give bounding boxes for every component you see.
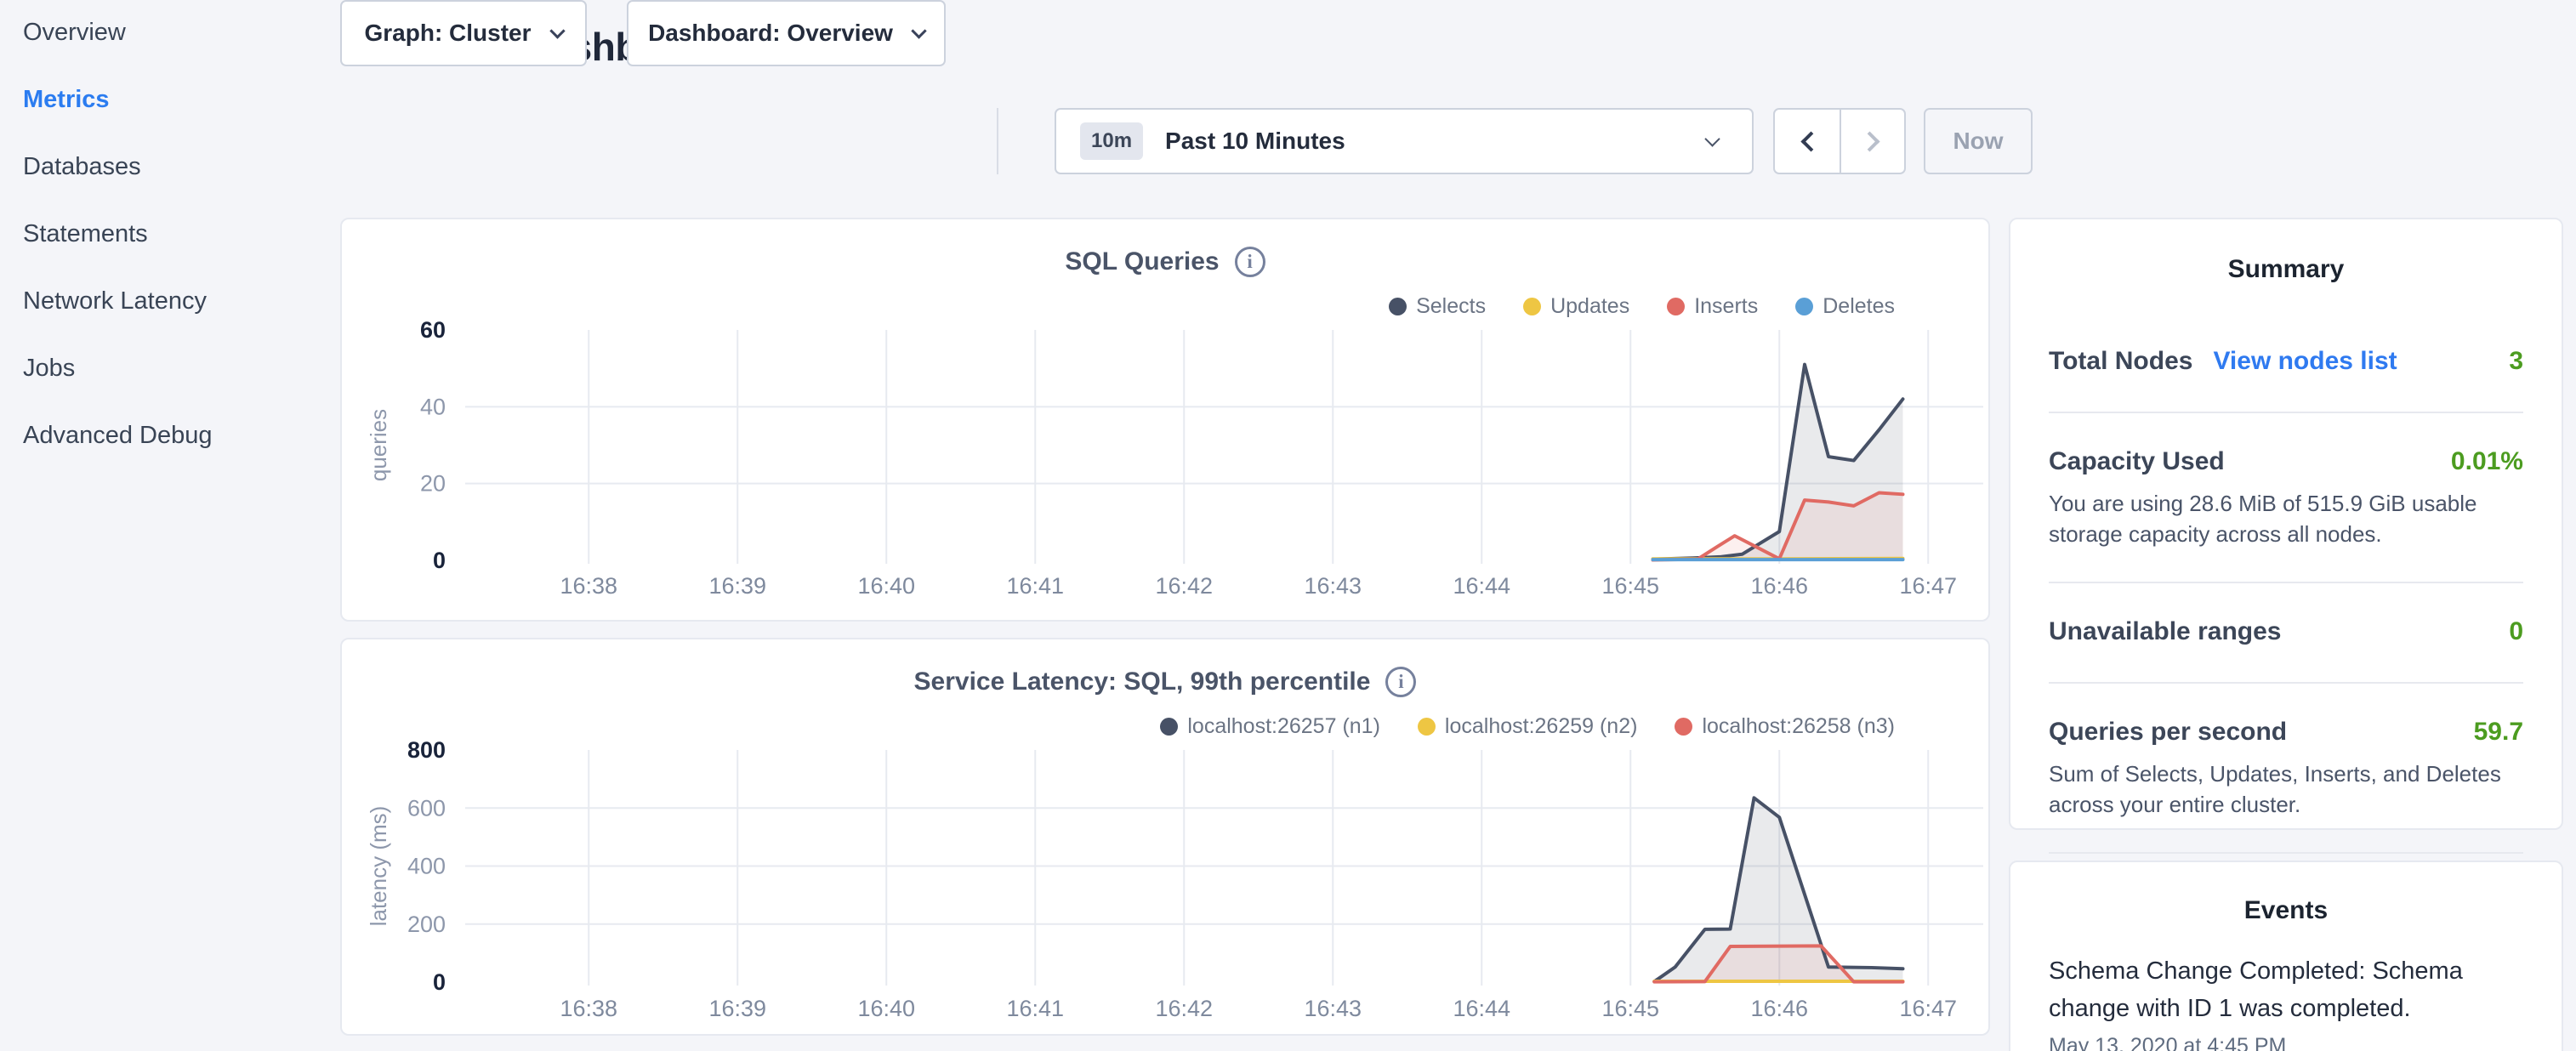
- summary-title: Summary: [2010, 255, 2562, 284]
- events-title: Events: [2010, 896, 2562, 925]
- svg-text:queries: queries: [366, 409, 391, 481]
- svg-text:16:38: 16:38: [560, 996, 617, 1021]
- svg-text:16:47: 16:47: [1899, 996, 1957, 1021]
- svg-text:16:45: 16:45: [1601, 573, 1659, 599]
- svg-text:16:43: 16:43: [1304, 573, 1362, 599]
- divider: [2049, 682, 2523, 684]
- events-panel: Events Schema Change Completed: Schema c…: [2009, 861, 2563, 1051]
- summary-value: 0: [2509, 617, 2523, 646]
- svg-text:16:38: 16:38: [560, 573, 617, 599]
- toolbar-divider: [997, 108, 998, 174]
- svg-text:400: 400: [407, 854, 446, 879]
- chevron-down-icon: [1704, 131, 1720, 146]
- svg-text:16:41: 16:41: [1006, 996, 1064, 1021]
- summary-row-unavailable-ranges: Unavailable ranges 0: [2049, 617, 2523, 646]
- time-step-forward-button[interactable]: [1840, 110, 1904, 173]
- svg-text:16:43: 16:43: [1304, 996, 1362, 1021]
- summary-row-queries-per-second: Queries per second 59.7: [2049, 718, 2523, 747]
- divider: [2049, 852, 2523, 854]
- event-timestamp: May 13, 2020 at 4:45 PM: [2049, 1034, 2523, 1051]
- sidebar-item-advanced-debug[interactable]: Advanced Debug: [23, 422, 213, 450]
- svg-text:16:45: 16:45: [1601, 996, 1659, 1021]
- svg-text:16:41: 16:41: [1006, 573, 1064, 599]
- time-range-dropdown[interactable]: 10m Past 10 Minutes: [1055, 108, 1754, 174]
- svg-text:latency (ms): latency (ms): [366, 806, 391, 927]
- dashboard-dropdown[interactable]: Dashboard: Overview: [627, 0, 946, 66]
- svg-text:16:46: 16:46: [1750, 573, 1808, 599]
- summary-description: You are using 28.6 MiB of 515.9 GiB usab…: [2049, 488, 2523, 549]
- graph-scope-dropdown[interactable]: Graph: Cluster: [340, 0, 587, 66]
- view-nodes-list-link[interactable]: View nodes list: [2213, 347, 2397, 376]
- svg-text:16:42: 16:42: [1155, 996, 1213, 1021]
- sidebar-item-overview[interactable]: Overview: [23, 19, 213, 47]
- summary-row-total-nodes: Total Nodes View nodes list 3: [2049, 347, 2523, 376]
- time-shortcut-badge: 10m: [1080, 122, 1143, 160]
- svg-text:60: 60: [420, 317, 446, 343]
- sidebar-nav: Overview Metrics Databases Statements Ne…: [23, 19, 213, 450]
- sql-queries-chart-card: SQL Queries i SelectsUpdatesInsertsDelet…: [340, 218, 1990, 622]
- sidebar-item-statements[interactable]: Statements: [23, 220, 213, 248]
- svg-text:16:39: 16:39: [708, 996, 766, 1021]
- svg-text:20: 20: [420, 471, 446, 497]
- sidebar-item-network-latency[interactable]: Network Latency: [23, 287, 213, 315]
- summary-label: Total Nodes: [2049, 347, 2192, 376]
- svg-text:200: 200: [407, 912, 446, 937]
- svg-text:600: 600: [407, 795, 446, 821]
- chevron-right-icon: [1859, 131, 1879, 151]
- chevron-down-icon: [549, 23, 565, 38]
- divider: [2049, 412, 2523, 413]
- summary-value: 59.7: [2474, 718, 2523, 747]
- now-button[interactable]: Now: [1924, 108, 2033, 174]
- summary-value: 0.01%: [2451, 447, 2523, 476]
- summary-label: Unavailable ranges: [2049, 617, 2281, 646]
- service-latency-chart-card: Service Latency: SQL, 99th percentile i …: [340, 638, 1990, 1036]
- time-step-controls: [1773, 108, 1906, 174]
- summary-description: Sum of Selects, Updates, Inserts, and De…: [2049, 758, 2523, 820]
- event-item[interactable]: Schema Change Completed: Schema change w…: [2010, 952, 2562, 1051]
- sidebar-item-databases[interactable]: Databases: [23, 153, 213, 181]
- summary-label: Capacity Used: [2049, 447, 2225, 476]
- chevron-left-icon: [1800, 131, 1821, 151]
- summary-label: Queries per second: [2049, 718, 2287, 747]
- svg-text:40: 40: [420, 394, 446, 419]
- service-latency-chart[interactable]: 16:38 16:39 16:40 16:41 16:42 16:43 16:44 16:45…: [342, 639, 1992, 1034]
- sql-queries-chart[interactable]: 16:38 16:39 16:40 16:41 16:42 16:43 16:44 16:45…: [342, 219, 1992, 620]
- svg-text:0: 0: [433, 969, 446, 995]
- sidebar-item-jobs[interactable]: Jobs: [23, 355, 213, 383]
- time-step-back-button[interactable]: [1775, 110, 1840, 173]
- event-text: Schema Change Completed: Schema change w…: [2049, 952, 2465, 1027]
- summary-row-capacity-used: Capacity Used 0.01%: [2049, 447, 2523, 476]
- summary-value: 3: [2509, 347, 2523, 376]
- svg-text:16:40: 16:40: [857, 573, 915, 599]
- svg-text:800: 800: [407, 737, 446, 763]
- svg-text:16:47: 16:47: [1899, 573, 1957, 599]
- dashboard-label: Dashboard: Overview: [648, 20, 893, 47]
- time-range-label: Past 10 Minutes: [1165, 128, 1345, 155]
- svg-text:0: 0: [433, 548, 446, 573]
- svg-text:16:42: 16:42: [1155, 573, 1213, 599]
- divider: [2049, 582, 2523, 583]
- sidebar-item-metrics[interactable]: Metrics: [23, 86, 213, 114]
- svg-text:16:39: 16:39: [708, 573, 766, 599]
- svg-text:16:40: 16:40: [857, 996, 915, 1021]
- svg-text:16:44: 16:44: [1453, 573, 1510, 599]
- svg-text:16:44: 16:44: [1453, 996, 1510, 1021]
- summary-panel: Summary Total Nodes View nodes list 3 Ca…: [2009, 218, 2563, 830]
- svg-text:16:46: 16:46: [1750, 996, 1808, 1021]
- chevron-down-icon: [911, 23, 926, 38]
- graph-scope-label: Graph: Cluster: [364, 20, 531, 47]
